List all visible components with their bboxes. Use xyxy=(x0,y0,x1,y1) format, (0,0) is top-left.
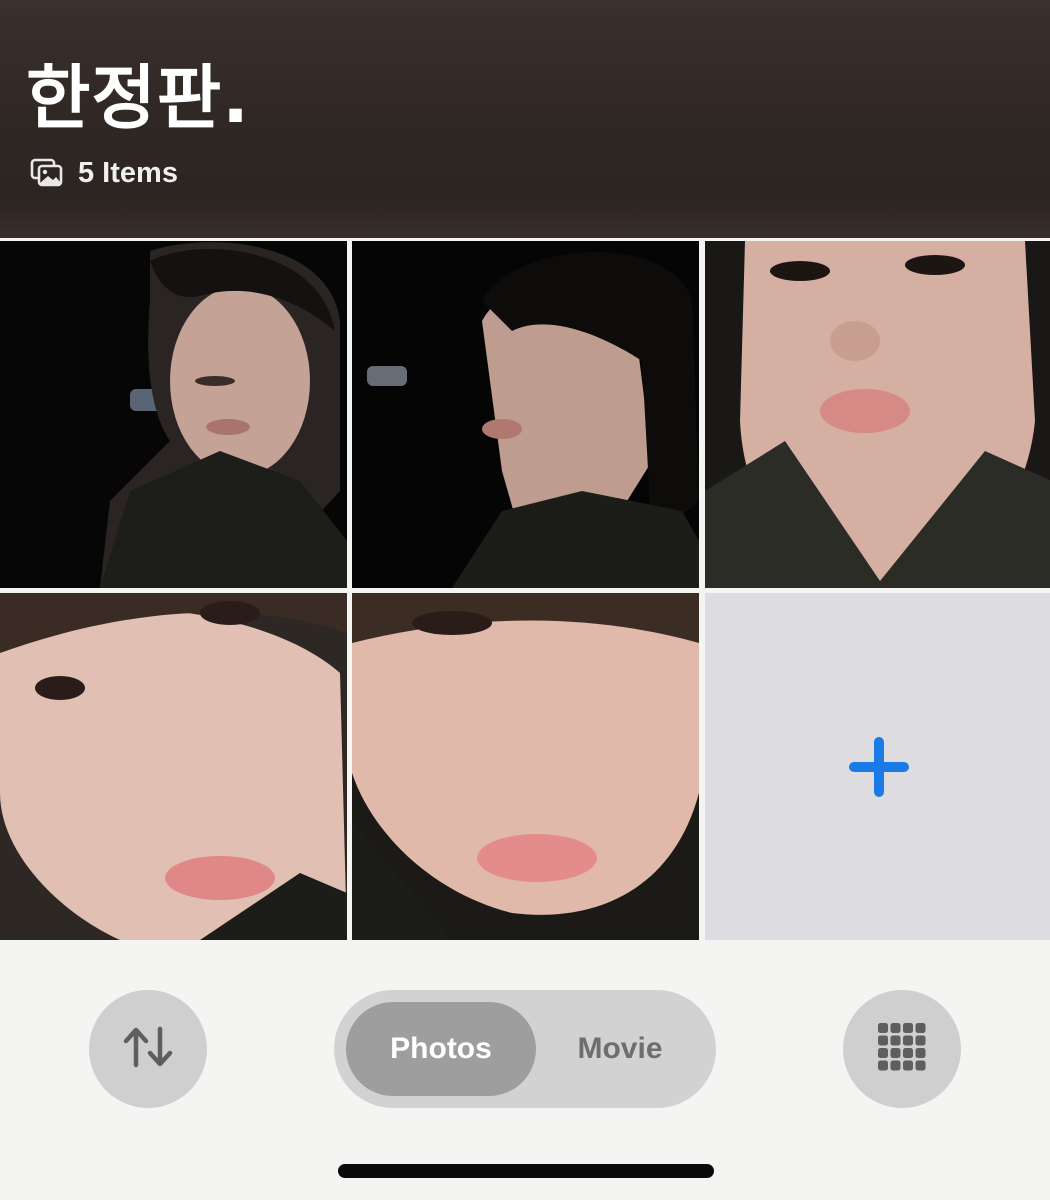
album-title: 한정판. xyxy=(26,57,250,139)
photo-stack-icon xyxy=(30,158,64,188)
segment-movie[interactable]: Movie xyxy=(536,990,704,1108)
sort-button[interactable] xyxy=(89,990,207,1108)
segment-photos[interactable]: Photos xyxy=(346,990,536,1108)
album-header: 한정판. 5 Items xyxy=(0,0,1050,238)
item-count: 5 Items xyxy=(78,156,178,189)
photo-thumbnail[interactable] xyxy=(352,241,699,588)
photo-thumbnail[interactable] xyxy=(0,241,347,588)
media-type-segmented-control: Photos Movie xyxy=(334,990,716,1108)
item-count-row: 5 Items xyxy=(30,156,178,190)
home-indicator xyxy=(338,1164,714,1178)
photo-thumbnail[interactable] xyxy=(0,593,347,940)
photo-thumbnail[interactable] xyxy=(705,241,1050,588)
grid-view-icon xyxy=(878,1022,926,1076)
photo-thumbnail[interactable] xyxy=(352,593,699,940)
grid-view-button[interactable] xyxy=(843,990,961,1108)
sort-arrows-icon xyxy=(122,1025,174,1074)
add-photo-tile[interactable] xyxy=(705,593,1050,940)
plus-icon xyxy=(847,735,911,799)
